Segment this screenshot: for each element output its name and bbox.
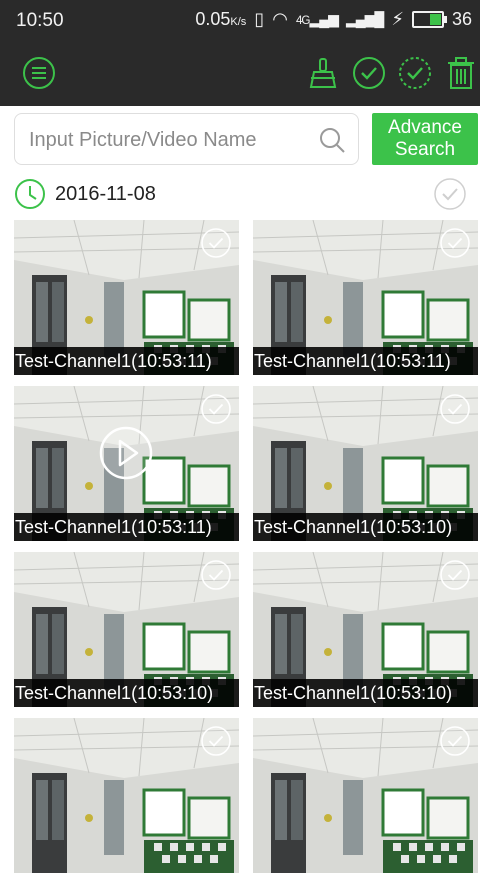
wifi-icon: ◠	[272, 9, 288, 29]
search-input[interactable]	[27, 123, 311, 157]
select-all-button[interactable]	[398, 56, 432, 90]
thumbnail-caption: Test-Channel1(10:53:10)	[253, 513, 478, 541]
trash-icon	[448, 57, 474, 89]
select-button[interactable]	[352, 56, 386, 90]
status-indicators: 0.05K/s ▯ ◠ 4G▂▄▆ ▂▄▆█ ⚡ 36	[195, 9, 472, 30]
picture-thumbnail[interactable]: Test-Channel1(10:53:10)	[253, 552, 478, 707]
search-box	[14, 113, 359, 165]
item-select-check-icon[interactable]	[200, 393, 232, 425]
broom-icon	[309, 58, 337, 88]
item-select-check-icon[interactable]	[439, 227, 471, 259]
delete-button[interactable]	[444, 56, 478, 90]
status-bar: 10:50 0.05K/s ▯ ◠ 4G▂▄▆ ▂▄▆█ ⚡ 36	[0, 0, 480, 42]
net-speed-value: 0.05	[195, 9, 231, 29]
clock-icon	[15, 179, 45, 209]
top-bar: 10:50 0.05K/s ▯ ◠ 4G▂▄▆ ▂▄▆█ ⚡ 36	[0, 0, 480, 106]
item-select-check-icon[interactable]	[200, 559, 232, 591]
net-speed: 0.05K/s	[195, 9, 246, 30]
dashed-check-circle-icon	[399, 57, 431, 89]
check-circle-icon	[353, 57, 385, 89]
search-icon[interactable]	[318, 126, 346, 154]
item-select-check-icon[interactable]	[200, 725, 232, 757]
net-speed-unit: K/s	[230, 16, 247, 28]
picture-thumbnail[interactable]: Test-Channel1(10:53:11)	[14, 220, 239, 375]
item-select-check-icon[interactable]	[439, 393, 471, 425]
menu-icon	[23, 57, 55, 89]
picture-thumbnail[interactable]: Test-Channel1(10:53:11)	[253, 220, 478, 375]
play-icon[interactable]	[99, 426, 153, 480]
item-select-check-icon[interactable]	[200, 227, 232, 259]
item-select-check-icon[interactable]	[439, 725, 471, 757]
signal-4g-label: 4G	[295, 14, 311, 27]
picture-thumbnail[interactable]: Test-Channel1(10:53:10)	[14, 552, 239, 707]
cell-signal-4g-icon: 4G▂▄▆	[295, 11, 339, 27]
group-date: 2016-11-08	[55, 183, 156, 205]
thumbnail-caption: Test-Channel1(10:53:11)	[14, 513, 239, 541]
battery-icon	[411, 11, 447, 28]
advance-search-label-line1: Advance	[388, 117, 462, 138]
advance-search-label-line2: Search	[394, 139, 456, 160]
vibrate-icon: ▯	[254, 9, 265, 29]
date-group-header: 2016-11-08	[0, 176, 480, 214]
thumbnail-caption: Test-Channel1(10:53:11)	[253, 347, 478, 375]
thumbnail-caption: Test-Channel1(10:53:10)	[253, 679, 478, 707]
charging-icon: ⚡	[391, 9, 404, 29]
item-select-check-icon[interactable]	[439, 559, 471, 591]
select-group-check-icon[interactable]	[433, 177, 467, 211]
thumbnail-caption: Test-Channel1(10:53:10)	[14, 679, 239, 707]
menu-button[interactable]	[22, 56, 56, 90]
thumbnail-caption: Test-Channel1(10:53:11)	[14, 347, 239, 375]
clean-button[interactable]	[306, 56, 340, 90]
status-time: 10:50	[16, 10, 64, 31]
picture-thumbnail[interactable]: Test-Channel1(10:53:10)	[253, 386, 478, 541]
video-thumbnail[interactable]: Test-Channel1(10:53:11)	[14, 386, 239, 541]
battery-level: 36	[451, 9, 472, 29]
cell-signal-icon: ▂▄▆█	[345, 11, 384, 27]
advance-search-button[interactable]: Advance Search	[372, 113, 478, 165]
